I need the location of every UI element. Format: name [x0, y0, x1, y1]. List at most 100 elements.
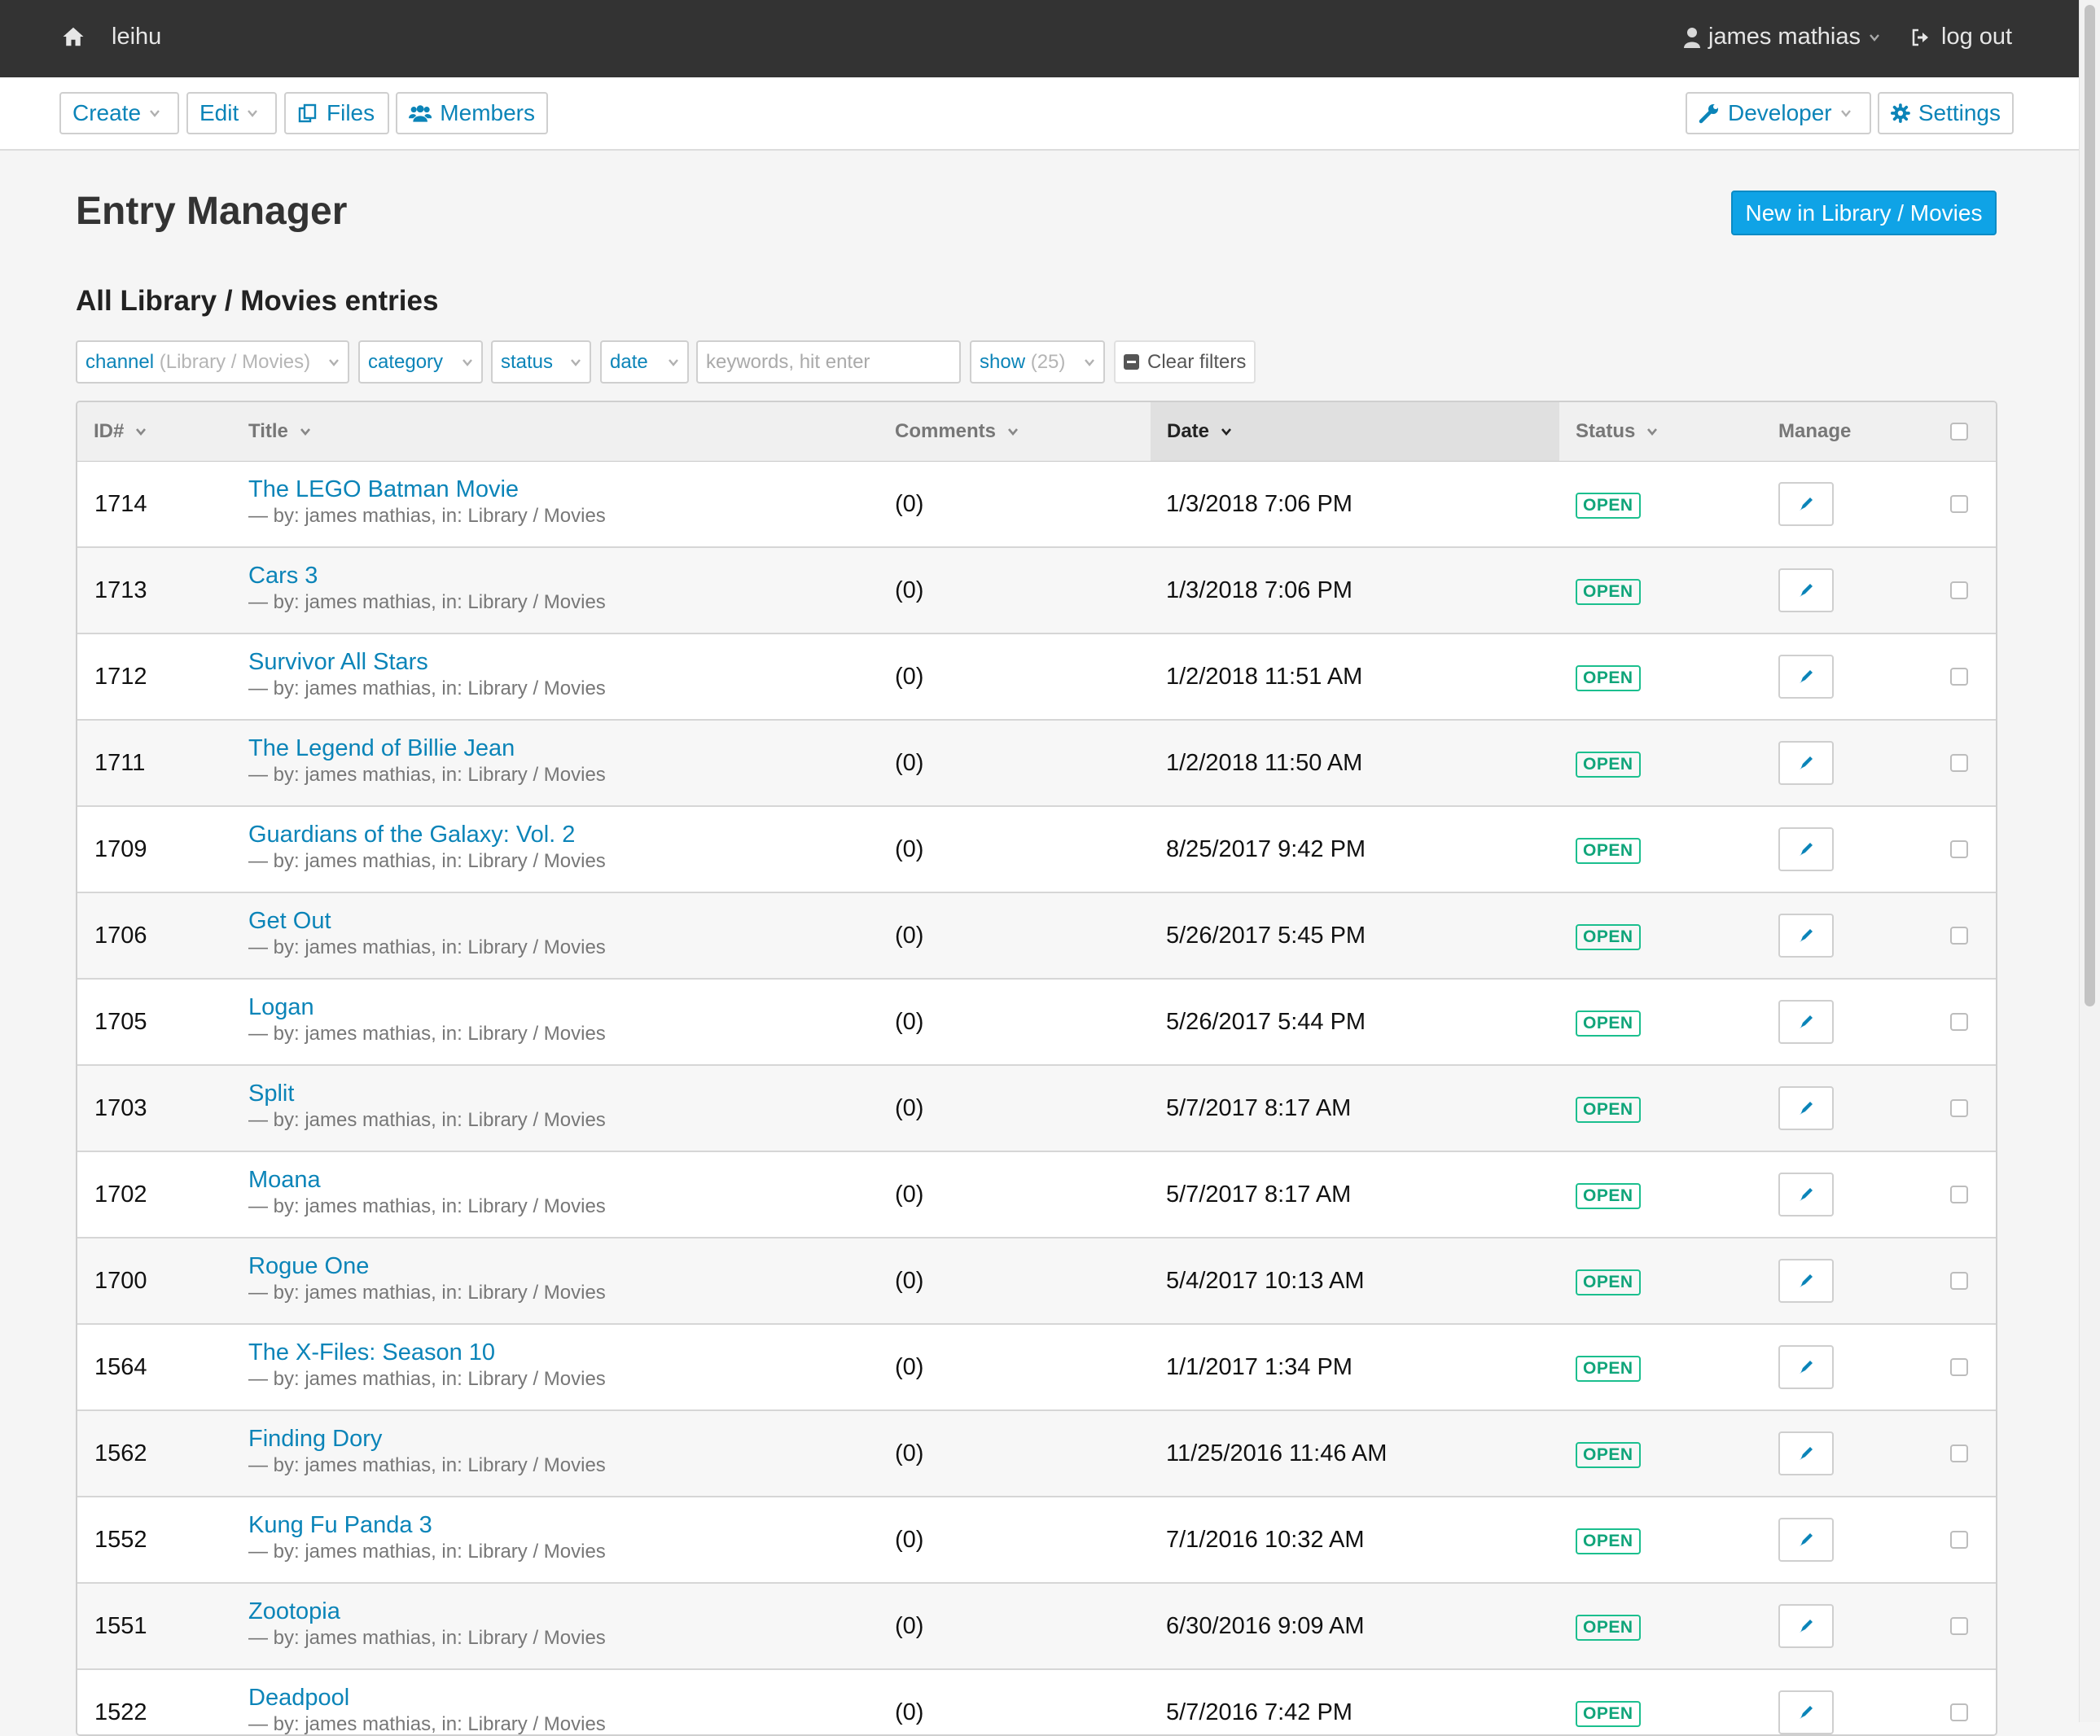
row-select-checkbox[interactable]: [1950, 840, 1968, 858]
entry-title-link[interactable]: Zootopia: [248, 1597, 606, 1626]
edit-entry-button[interactable]: [1778, 1345, 1834, 1389]
row-select-checkbox[interactable]: [1950, 1272, 1968, 1290]
entry-date: 1/1/2017 1:34 PM: [1166, 1353, 1353, 1380]
page-scrollbar[interactable]: [2079, 0, 2100, 1722]
entry-title-link[interactable]: Kung Fu Panda 3: [248, 1510, 606, 1540]
entry-comments-count[interactable]: (0): [895, 462, 923, 546]
chevron-down-icon: [669, 358, 678, 366]
entry-comments-count[interactable]: (0): [895, 1152, 923, 1237]
edit-entry-button[interactable]: [1778, 655, 1834, 699]
column-header-date[interactable]: Date: [1151, 402, 1559, 461]
date-filter[interactable]: date: [600, 340, 689, 384]
row-select-checkbox[interactable]: [1950, 1531, 1968, 1549]
entry-comments-count[interactable]: (0): [895, 1497, 923, 1582]
home-icon[interactable]: [61, 24, 85, 49]
entry-title-link[interactable]: Cars 3: [248, 561, 606, 590]
row-select-checkbox[interactable]: [1950, 1186, 1968, 1203]
edit-entry-button[interactable]: [1778, 827, 1834, 871]
entry-title-link[interactable]: Deadpool: [248, 1683, 606, 1712]
row-select-checkbox[interactable]: [1950, 1444, 1968, 1462]
entry-title-link[interactable]: Guardians of the Galaxy: Vol. 2: [248, 820, 606, 849]
site-name-link[interactable]: leihu: [112, 24, 161, 50]
settings-button[interactable]: Settings: [1878, 92, 2014, 134]
row-select-checkbox[interactable]: [1950, 927, 1968, 945]
entry-comments-count[interactable]: (0): [895, 1670, 923, 1734]
entry-title-cell: The LEGO Batman Movie — by: james mathias…: [248, 475, 606, 528]
entry-comments-count[interactable]: (0): [895, 1238, 923, 1323]
entry-meta: — by: james mathias, in: Library / Movie…: [248, 1023, 606, 1045]
entry-title-link[interactable]: The X-Files: Season 10: [248, 1338, 606, 1367]
entry-title-link[interactable]: The LEGO Batman Movie: [248, 475, 606, 504]
row-select-checkbox[interactable]: [1950, 1013, 1968, 1031]
entry-meta: — by: james mathias, in: Library / Movie…: [248, 591, 606, 613]
edit-entry-button[interactable]: [1778, 568, 1834, 612]
members-button[interactable]: Members: [396, 92, 548, 134]
row-select-checkbox[interactable]: [1950, 1358, 1968, 1376]
entry-title-link[interactable]: Finding Dory: [248, 1424, 606, 1453]
entry-title-link[interactable]: Rogue One: [248, 1252, 606, 1281]
edit-entry-button[interactable]: [1778, 1259, 1834, 1303]
entry-title-link[interactable]: Survivor All Stars: [248, 647, 606, 677]
edit-entry-button[interactable]: [1778, 1690, 1834, 1734]
create-menu-button[interactable]: Create: [59, 92, 179, 134]
status-filter[interactable]: status: [491, 340, 591, 384]
edit-entry-button[interactable]: [1778, 1000, 1834, 1044]
column-header-comments[interactable]: Comments: [895, 402, 1019, 461]
entry-meta: — by: james mathias, in: Library / Movie…: [248, 505, 606, 527]
scrollbar-thumb[interactable]: [2085, 5, 2095, 1006]
entry-title-link[interactable]: The Legend of Billie Jean: [248, 734, 606, 763]
select-all-checkbox[interactable]: [1950, 423, 1968, 441]
entry-comments-count[interactable]: (0): [895, 1411, 923, 1496]
column-header-manage: Manage: [1778, 420, 1852, 442]
entry-comments-count[interactable]: (0): [895, 893, 923, 978]
row-select-checkbox[interactable]: [1950, 1099, 1968, 1117]
column-header-id[interactable]: ID#: [94, 402, 147, 461]
entry-comments-count[interactable]: (0): [895, 807, 923, 892]
row-select-checkbox[interactable]: [1950, 754, 1968, 772]
row-select-checkbox[interactable]: [1950, 1617, 1968, 1635]
entry-comments-count[interactable]: (0): [895, 721, 923, 805]
new-entry-button[interactable]: New in Library / Movies: [1731, 191, 1997, 235]
edit-entry-button[interactable]: [1778, 914, 1834, 958]
edit-entry-button[interactable]: [1778, 1431, 1834, 1475]
entry-comments-count[interactable]: (0): [895, 634, 923, 719]
entry-id: 1705: [94, 1008, 147, 1035]
entry-comments-count[interactable]: (0): [895, 1325, 923, 1409]
category-filter[interactable]: category: [358, 340, 483, 384]
keyword-search-input[interactable]: [696, 340, 961, 384]
entry-id: 1564: [94, 1353, 147, 1380]
row-select-checkbox[interactable]: [1950, 1703, 1968, 1721]
entry-date: 5/7/2017 8:17 AM: [1166, 1181, 1352, 1208]
entry-title-link[interactable]: Split: [248, 1079, 606, 1108]
entry-title-link[interactable]: Get Out: [248, 906, 606, 936]
show-count-filter[interactable]: show (25): [970, 340, 1105, 384]
entry-meta: — by: james mathias, in: Library / Movie…: [248, 850, 606, 872]
logout-link[interactable]: log out: [1910, 24, 2012, 50]
user-menu[interactable]: james mathias: [1684, 24, 1880, 50]
entry-comments-count[interactable]: (0): [895, 1584, 923, 1668]
table-row: 1709 Guardians of the Galaxy: Vol. 2— by:…: [77, 807, 1996, 893]
clear-filters-button[interactable]: Clear filters: [1114, 340, 1256, 384]
edit-entry-button[interactable]: [1778, 1086, 1834, 1130]
edit-entry-button[interactable]: [1778, 1604, 1834, 1648]
entry-title-link[interactable]: Logan: [248, 993, 606, 1022]
entry-comments-count[interactable]: (0): [895, 980, 923, 1064]
entry-comments-count[interactable]: (0): [895, 548, 923, 633]
column-header-status[interactable]: Status: [1576, 402, 1658, 461]
edit-entry-button[interactable]: [1778, 482, 1834, 526]
row-select-checkbox[interactable]: [1950, 495, 1968, 513]
edit-entry-button[interactable]: [1778, 1173, 1834, 1217]
entry-title-link[interactable]: Moana: [248, 1165, 606, 1195]
row-select-checkbox[interactable]: [1950, 581, 1968, 599]
channel-filter[interactable]: channel (Library / Movies): [76, 340, 349, 384]
row-select-checkbox[interactable]: [1950, 668, 1968, 686]
files-button[interactable]: Files: [284, 92, 389, 134]
edit-entry-button[interactable]: [1778, 1518, 1834, 1562]
table-row: 1551 Zootopia — by: james mathias, in: Lib…: [77, 1584, 1996, 1670]
edit-menu-button[interactable]: Edit: [186, 92, 277, 134]
entry-comments-count[interactable]: (0): [895, 1066, 923, 1151]
edit-entry-button[interactable]: [1778, 741, 1834, 785]
column-header-title[interactable]: Title: [248, 402, 311, 461]
developer-menu-button[interactable]: Developer: [1686, 92, 1871, 134]
entry-date: 6/30/2016 9:09 AM: [1166, 1612, 1365, 1639]
